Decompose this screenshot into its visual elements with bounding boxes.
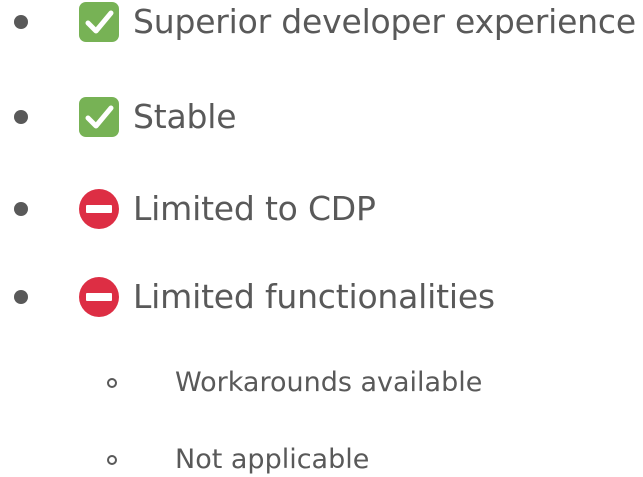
hollow-bullet: [107, 455, 117, 465]
no-entry-icon: [79, 189, 119, 229]
list-item: Limited to CDP: [0, 189, 643, 229]
bullet-dot: [14, 15, 28, 29]
check-mark-icon: [79, 2, 119, 42]
bullet-dot: [14, 290, 28, 304]
list-item: Stable: [0, 97, 643, 137]
sub-item-label: Workarounds available: [175, 367, 483, 398]
hollow-bullet: [107, 378, 117, 388]
bullet-dot: [14, 110, 28, 124]
list-item: Limited functionalities: [0, 277, 643, 317]
item-label: Stable: [133, 97, 237, 136]
item-label: Limited functionalities: [133, 277, 495, 316]
sub-item-label: Not applicable: [175, 444, 370, 475]
no-entry-icon: [79, 277, 119, 317]
bullet-dot: [14, 202, 28, 216]
item-label: Superior developer experience: [133, 2, 636, 41]
item-label: Limited to CDP: [133, 189, 376, 228]
sub-list-item: Not applicable: [0, 443, 643, 477]
check-mark-icon: [79, 97, 119, 137]
list-item: Superior developer experience: [0, 2, 643, 42]
sub-list-item: Workarounds available: [0, 366, 643, 400]
slide: Superior developer experience Stable Lim…: [0, 0, 643, 477]
